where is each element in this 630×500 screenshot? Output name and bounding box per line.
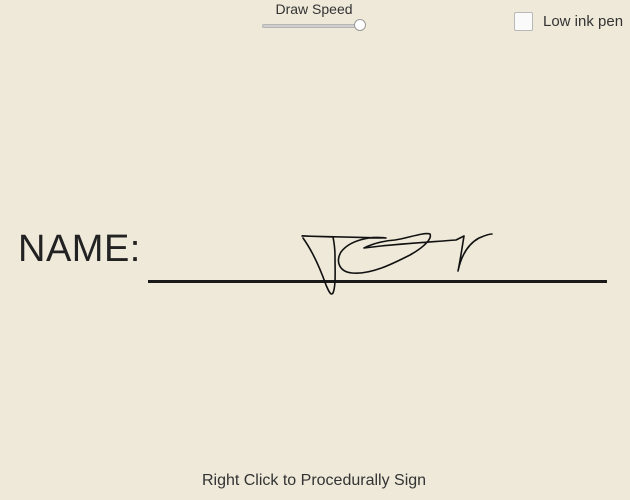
instruction-text: Right Click to Procedurally Sign <box>201 472 427 489</box>
draw-speed-label: Draw Speed <box>275 1 353 17</box>
draw-speed-track[interactable] <box>262 24 362 28</box>
low-ink-label: Low ink pen <box>543 13 624 30</box>
signature-stroke <box>301 232 493 295</box>
name-label: NAME: <box>18 228 141 270</box>
signature-line[interactable] <box>148 280 607 283</box>
low-ink-checkbox[interactable] <box>514 12 533 31</box>
draw-speed-slider[interactable] <box>262 19 366 33</box>
draw-speed-thumb[interactable] <box>354 19 366 31</box>
